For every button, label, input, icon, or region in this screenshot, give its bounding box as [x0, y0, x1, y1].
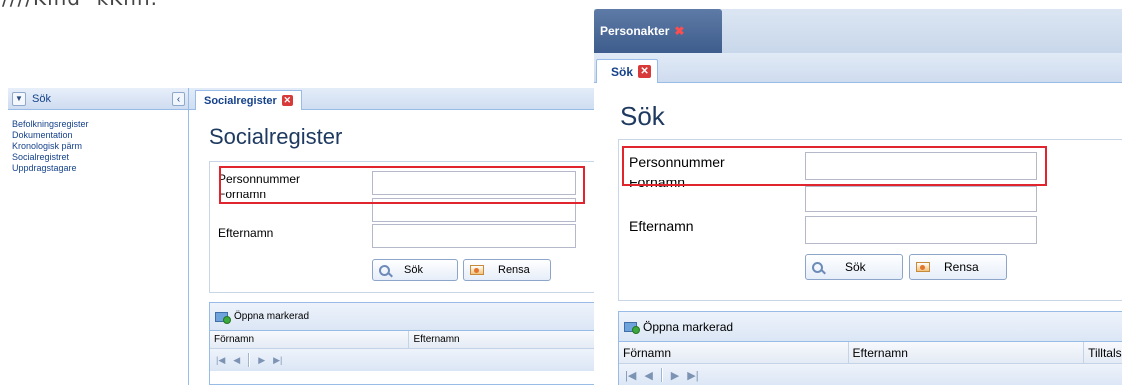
pager-separator: [248, 353, 251, 367]
grid-pager: |◀ ◀ ▶ ▶|: [619, 364, 1122, 385]
close-icon[interactable]: ✕: [638, 65, 652, 78]
sidebar-item-uppdragstagare[interactable]: Uppdragstagare: [12, 163, 188, 174]
tab-label: Socialregister: [204, 94, 277, 107]
column-tilltals[interactable]: Tilltals: [1084, 342, 1122, 363]
open-selected-button[interactable]: Öppna markerad: [234, 311, 309, 322]
tab-label: Personakter: [600, 24, 670, 38]
last-page-icon[interactable]: ▶|: [273, 355, 282, 366]
sidebar-item-dokumentation[interactable]: Dokumentation: [12, 130, 188, 141]
magnifier-icon: [812, 261, 823, 273]
sidebar-header: ▼ Sök ‹: [8, 88, 188, 110]
search-button[interactable]: Sök: [372, 259, 458, 281]
sidebar-list: Befolkningsregister Dokumentation Kronol…: [8, 110, 188, 174]
eraser-icon: [470, 265, 484, 275]
cropped-caption: ////Kind- kKnn.: [2, 0, 158, 10]
search-button-label: Sök: [404, 264, 423, 276]
sub-tab-bar: Sök ✕: [594, 53, 1122, 83]
efternamn-label: Efternamn: [629, 218, 694, 234]
chevron-down-icon[interactable]: ▼: [12, 91, 26, 106]
last-page-icon[interactable]: ▶|: [687, 369, 698, 382]
reset-button-label: Rensa: [498, 264, 530, 276]
sidebar-item-kronologisk-parm[interactable]: Kronologisk pärm: [12, 141, 188, 152]
search-button[interactable]: Sök: [805, 254, 903, 280]
grid-toolbar: Öppna markerad: [619, 312, 1122, 342]
grid-pager: |◀ ◀ ▶ ▶|: [210, 349, 595, 371]
right-screenshot: Personakter ✖ Sök ✕ Sök Personnummer För…: [594, 9, 1122, 385]
top-tab-bar: Personakter ✖: [594, 9, 1122, 53]
first-page-icon[interactable]: |◀: [625, 369, 636, 382]
prev-page-icon[interactable]: ◀: [644, 369, 652, 382]
fornamn-input[interactable]: [805, 186, 1037, 212]
sidebar-item-socialregistret[interactable]: Socialregistret: [12, 152, 188, 163]
page-title: Socialregister: [209, 124, 343, 149]
prev-page-icon[interactable]: ◀: [233, 355, 240, 366]
sidebar: ▼ Sök ‹ Befolkningsregister Dokumentatio…: [8, 88, 188, 385]
reset-button-label: Rensa: [944, 260, 979, 274]
reset-button[interactable]: Rensa: [463, 259, 551, 281]
column-efternamn[interactable]: Efternamn: [849, 342, 1085, 363]
pager-separator: [660, 368, 663, 382]
column-efternamn[interactable]: Efternamn: [409, 331, 595, 348]
column-fornamn[interactable]: Förnamn: [619, 342, 849, 363]
search-button-label: Sök: [845, 260, 866, 274]
first-page-icon[interactable]: |◀: [216, 355, 225, 366]
next-page-icon[interactable]: ▶: [258, 355, 265, 366]
magnifier-icon: [379, 264, 390, 276]
efternamn-input[interactable]: [805, 216, 1037, 244]
close-icon[interactable]: ✖: [673, 24, 685, 38]
grid-header: Förnamn Efternamn Tilltals: [619, 342, 1122, 364]
highlight-box: [622, 146, 1047, 186]
page-title: Sök: [620, 101, 665, 131]
left-screenshot: ▼ Sök ‹ Befolkningsregister Dokumentatio…: [8, 88, 595, 385]
results-grid: Öppna markerad Förnamn Efternamn Tilltal…: [618, 311, 1122, 385]
close-icon[interactable]: ✕: [281, 95, 293, 106]
efternamn-input[interactable]: [372, 224, 576, 248]
tab-personakter[interactable]: Personakter ✖: [594, 9, 722, 53]
tab-sok[interactable]: Sök ✕: [596, 59, 659, 83]
efternamn-label: Efternamn: [218, 226, 274, 240]
left-main-panel: Socialregister ✕ Socialregister Personnu…: [188, 88, 595, 385]
open-record-icon: [624, 320, 640, 334]
sidebar-item-befolkningsregister[interactable]: Befolkningsregister: [12, 119, 188, 130]
next-page-icon[interactable]: ▶: [671, 369, 679, 382]
tab-label: Sök: [611, 64, 634, 79]
open-record-icon: [215, 310, 231, 324]
tab-bar: Socialregister ✕: [189, 88, 594, 110]
grid-toolbar: Öppna markerad: [210, 303, 595, 331]
column-fornamn[interactable]: Förnamn: [210, 331, 410, 348]
tab-socialregister[interactable]: Socialregister ✕: [195, 90, 302, 110]
reset-button[interactable]: Rensa: [909, 254, 1007, 280]
results-grid: Öppna markerad Förnamn Efternamn |◀ ◀ ▶ …: [209, 302, 595, 385]
grid-header: Förnamn Efternamn: [210, 331, 595, 349]
open-selected-button[interactable]: Öppna markerad: [643, 320, 733, 334]
collapse-left-icon[interactable]: ‹: [172, 92, 185, 106]
sidebar-title: Sök: [32, 92, 51, 105]
highlight-box: [219, 166, 585, 204]
eraser-icon: [916, 262, 930, 272]
